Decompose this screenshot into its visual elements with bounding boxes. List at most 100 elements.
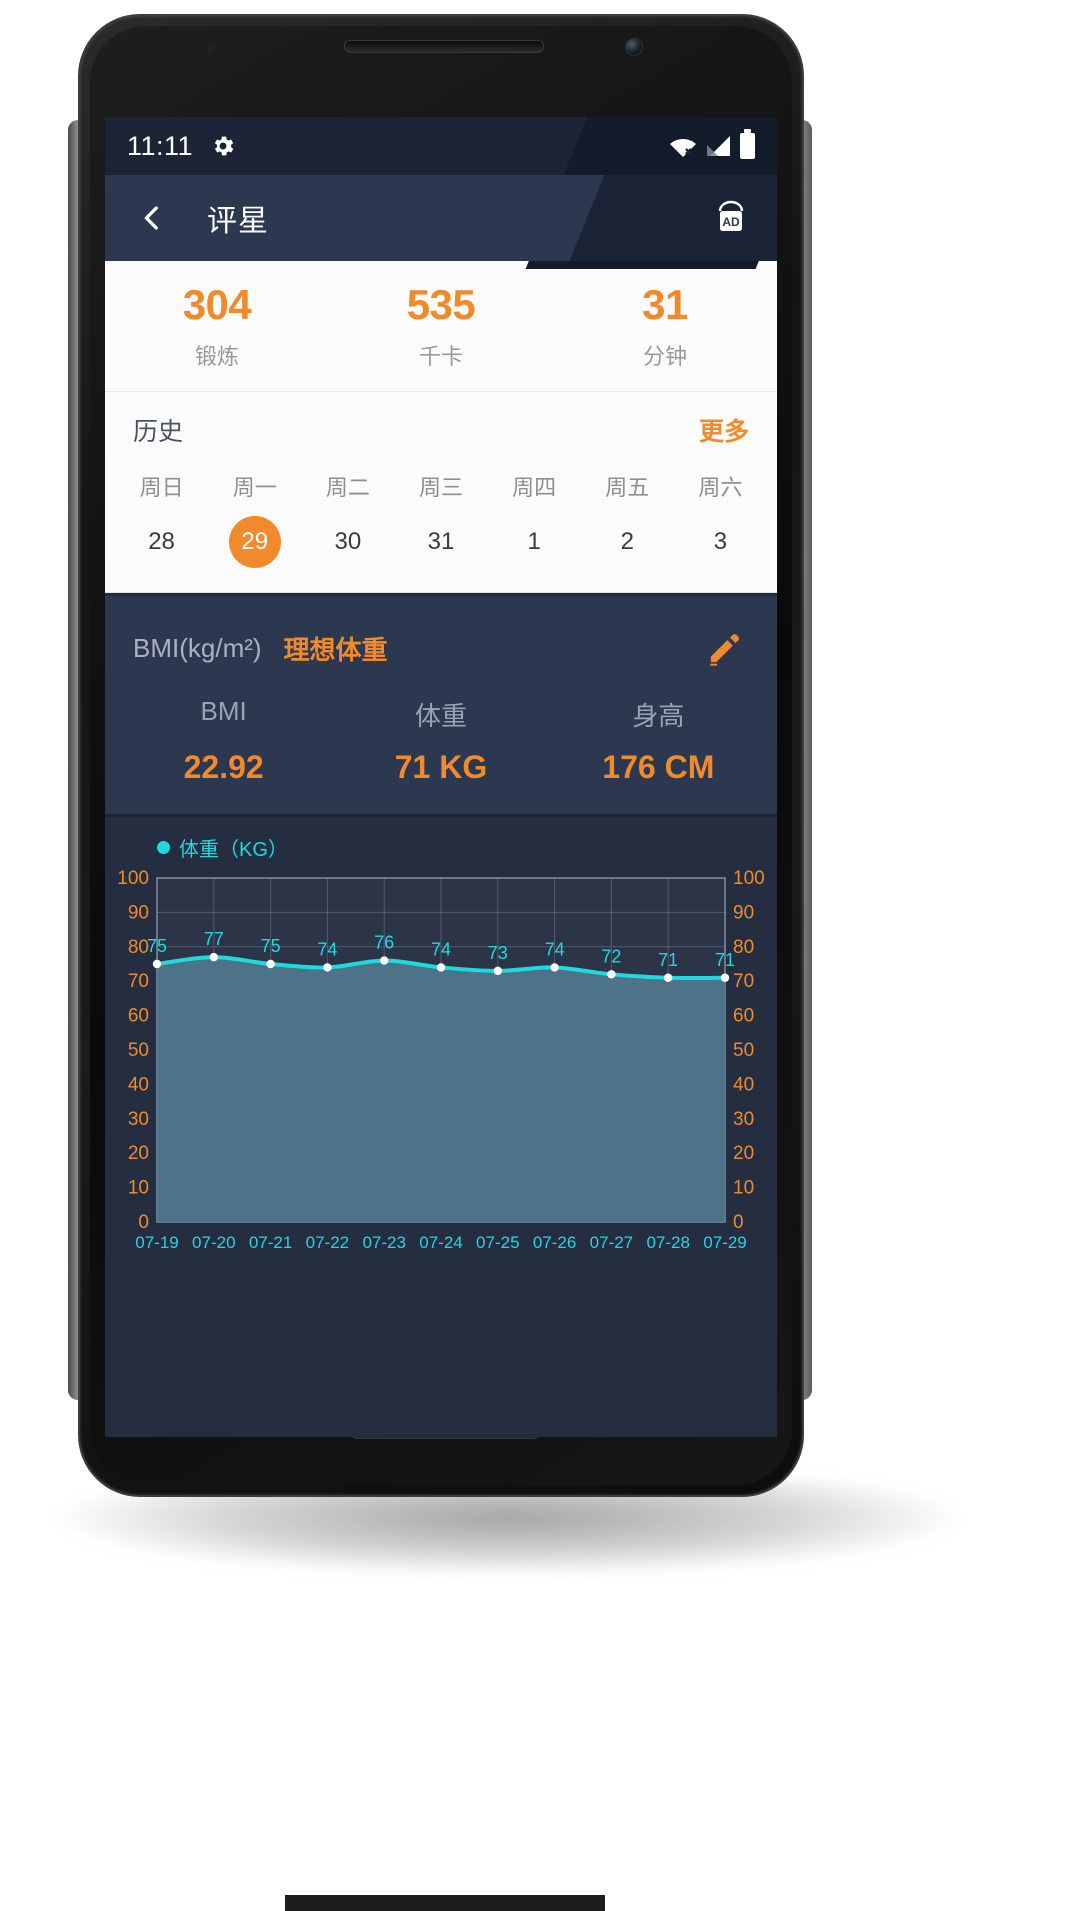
svg-text:76: 76 (374, 933, 394, 953)
bmi-value-height: 176 CM (602, 749, 715, 786)
svg-text:07-24: 07-24 (419, 1233, 462, 1252)
svg-text:0: 0 (733, 1212, 744, 1233)
stat-calories-value: 535 (406, 281, 476, 328)
history-more-button[interactable]: 更多 (699, 412, 749, 448)
phone-base-strip (285, 1895, 605, 1911)
svg-text:07-29: 07-29 (703, 1233, 746, 1252)
legend-label-weight: 体重（KG） (179, 839, 288, 862)
front-camera (625, 38, 643, 56)
svg-text:74: 74 (431, 940, 451, 960)
svg-text:20: 20 (128, 1143, 149, 1164)
svg-text:90: 90 (733, 902, 754, 923)
cellular-signal-icon (706, 135, 731, 157)
bmi-header: BMI(kg/m²) 理想体重 (105, 620, 777, 672)
status-bar: 11:11 (105, 117, 777, 269)
back-chevron-icon (144, 206, 158, 230)
calendar-date-label: 1 (527, 528, 541, 556)
weekday-mon: 周一 (232, 475, 277, 501)
wifi-off-icon (669, 135, 697, 157)
calendar-date-5[interactable]: 2 (581, 516, 674, 568)
svg-text:72: 72 (601, 946, 621, 966)
weekday-wed: 周三 (418, 475, 463, 501)
calendar-date-1-selected[interactable]: 29 (208, 516, 301, 569)
ad-button[interactable]: AD (705, 192, 757, 244)
svg-text:40: 40 (128, 1074, 149, 1095)
weight-chart-section: 体重（KG） 75 77 75 74 76 74 73 74 72 71 71 100 100 90 90 8… (105, 814, 777, 1437)
svg-text:40: 40 (733, 1074, 754, 1095)
svg-text:07-27: 07-27 (590, 1233, 633, 1252)
stat-minutes-label: 分钟 (642, 344, 687, 370)
chart-empty-area (105, 1264, 777, 1437)
weekday-sun: 周日 (139, 475, 184, 501)
back-button[interactable] (125, 191, 179, 245)
status-bar-clock: 11:11 (127, 130, 194, 161)
calendar-weekday-row: 周日 周一 周二 周三 周四 周五 周六 (105, 470, 777, 502)
svg-text:100: 100 (733, 868, 765, 889)
earpiece-speaker (344, 40, 544, 53)
bmi-label-bmi: BMI (200, 696, 247, 727)
chart-legend: 体重（KG） (105, 827, 777, 864)
ad-badge-icon: AD (718, 200, 744, 231)
svg-text:07-21: 07-21 (249, 1233, 292, 1252)
svg-text:74: 74 (317, 940, 337, 960)
weekday-tue: 周二 (325, 475, 370, 501)
svg-text:30: 30 (733, 1109, 754, 1130)
svg-text:AD: AD (722, 215, 740, 229)
svg-text:70: 70 (128, 971, 149, 992)
app-bar: 评星 AD (105, 175, 777, 261)
svg-text:75: 75 (147, 936, 167, 956)
calendar-date-label: 28 (148, 528, 175, 556)
stat-calories-label: 千卡 (418, 344, 463, 370)
stat-calories[interactable]: 535 千卡 (329, 281, 553, 371)
stat-minutes[interactable]: 31 分钟 (553, 282, 777, 371)
svg-text:75: 75 (261, 936, 281, 956)
history-title: 历史 (133, 418, 184, 447)
pencil-edit-icon (710, 634, 739, 666)
svg-text:07-19: 07-19 (135, 1233, 178, 1252)
bmi-edit-button[interactable] (701, 624, 749, 672)
calendar-date-4[interactable]: 1 (488, 516, 581, 568)
svg-text:90: 90 (128, 902, 149, 923)
calendar-date-label: 31 (427, 528, 455, 556)
stat-steps-label: 锻炼 (194, 344, 239, 370)
bmi-labels-row: BMI 体重 身高 (105, 696, 777, 733)
bmi-value-bmi: 22.92 (183, 749, 264, 786)
weekday-thu: 周四 (512, 475, 557, 501)
calendar-date-2[interactable]: 30 (301, 516, 394, 568)
calendar-date-6[interactable]: 3 (674, 516, 767, 568)
weekday-fri: 周五 (605, 475, 650, 501)
svg-text:80: 80 (733, 937, 754, 958)
weight-line-chart[interactable]: 75 77 75 74 76 74 73 74 72 71 71 100 100 90 90 80 80 70 70… (105, 864, 777, 1264)
battery-full-icon (740, 129, 755, 159)
calendar-date-3[interactable]: 31 (394, 516, 487, 568)
proximity-sensor (206, 44, 215, 53)
bmi-label-height: 身高 (632, 701, 685, 732)
svg-text:60: 60 (733, 1006, 754, 1027)
svg-text:07-22: 07-22 (306, 1233, 349, 1252)
svg-text:50: 50 (733, 1040, 754, 1061)
svg-text:10: 10 (128, 1178, 149, 1199)
svg-text:07-26: 07-26 (533, 1233, 576, 1252)
svg-text:07-20: 07-20 (192, 1233, 235, 1252)
bmi-ideal-weight-label[interactable]: 理想体重 (284, 630, 388, 667)
calendar-date-0[interactable]: 28 (115, 516, 208, 568)
calendar-date-label: 3 (713, 528, 728, 556)
svg-text:73: 73 (488, 943, 508, 963)
svg-text:71: 71 (715, 950, 735, 970)
svg-text:71: 71 (658, 950, 678, 970)
svg-text:07-28: 07-28 (646, 1233, 689, 1252)
status-bar-indicators (669, 129, 755, 159)
summary-card: 304 锻炼 535 千卡 31 分钟 历史 更多 周日 周一 周二 周三 周四… (105, 261, 777, 594)
stat-steps-value: 304 (182, 281, 252, 328)
page-title: 评星 (207, 205, 269, 238)
svg-text:20: 20 (733, 1143, 754, 1164)
svg-text:60: 60 (128, 1006, 149, 1027)
phone-screen: 11:11 评星 AD 304 锻炼 535 千卡 31 分钟 历史 更多 周日… (105, 117, 777, 1437)
bmi-card: BMI(kg/m²) 理想体重 BMI 体重 身高 22.92 71 KG 17… (105, 593, 777, 815)
weekday-sat: 周六 (698, 475, 743, 501)
calendar-date-label: 2 (620, 528, 634, 556)
svg-text:07-25: 07-25 (476, 1233, 519, 1252)
stat-steps[interactable]: 304 锻炼 (105, 281, 329, 371)
svg-text:50: 50 (128, 1040, 149, 1061)
phone-mockup: 11:11 评星 AD 304 锻炼 535 千卡 31 分钟 历史 更多 周日… (0, 0, 1071, 1911)
